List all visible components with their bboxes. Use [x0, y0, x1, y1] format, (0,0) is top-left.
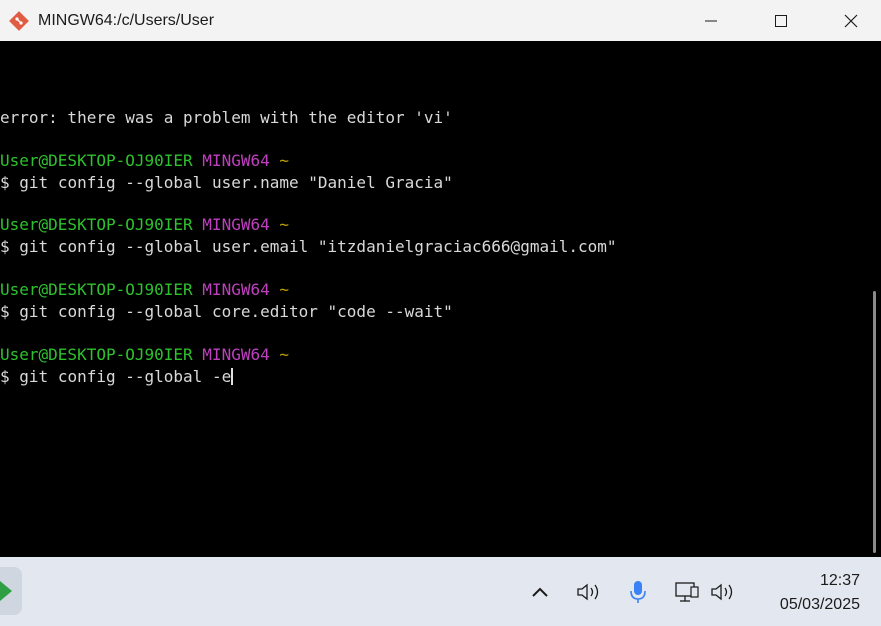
command-text: git config --global core.editor "code --…	[19, 302, 453, 321]
speaker-icon	[577, 583, 599, 600]
prompt-line: User@DESKTOP-OJ90IER MINGW64 ~	[0, 215, 289, 235]
prompt-path: ~	[279, 151, 290, 170]
text-cursor	[231, 368, 234, 385]
minimize-button[interactable]	[688, 0, 734, 41]
prompt-line: User@DESKTOP-OJ90IER MINGW64 ~	[0, 345, 289, 365]
prompt-user-host: User@DESKTOP-OJ90IER	[0, 280, 193, 299]
network-button[interactable]	[672, 557, 702, 626]
prompt-shell: MINGW64	[202, 151, 270, 170]
taskbar-app-button[interactable]	[0, 567, 22, 615]
speaker-button[interactable]	[574, 557, 604, 626]
prompt-symbol: $	[0, 237, 10, 256]
command-text: git config --global -e	[19, 367, 232, 386]
minimize-icon	[705, 20, 717, 21]
show-hidden-icons-button[interactable]	[526, 557, 554, 626]
command-line: $ git config --global core.editor "code …	[0, 302, 453, 322]
prompt-symbol: $	[0, 302, 10, 321]
terminal-output[interactable]: error: there was a problem with the edit…	[0, 41, 861, 557]
network-icon	[675, 581, 699, 602]
command-line: $ git config --global user.name "Daniel …	[0, 173, 453, 193]
prompt-line: User@DESKTOP-OJ90IER MINGW64 ~	[0, 280, 289, 300]
error-line: error: there was a problem with the edit…	[0, 108, 453, 127]
git-bash-icon	[8, 10, 30, 32]
prompt-symbol: $	[0, 367, 10, 386]
terminal-window: MINGW64:/c/Users/User error: there was a…	[0, 0, 881, 557]
scrollbar-thumb[interactable]	[873, 291, 876, 553]
prompt-line: User@DESKTOP-OJ90IER MINGW64 ~	[0, 151, 289, 171]
clock-date: 05/03/2025	[779, 596, 860, 613]
maximize-icon	[775, 14, 787, 27]
volume-icon	[711, 583, 733, 600]
chevron-up-icon	[532, 587, 548, 597]
prompt-shell: MINGW64	[202, 345, 270, 364]
taskbar: 12:37 05/03/2025	[0, 557, 881, 626]
microphone-icon	[630, 580, 646, 603]
prompt-symbol: $	[0, 173, 10, 192]
command-line: $ git config --global user.email "itzdan…	[0, 237, 617, 257]
prompt-user-host: User@DESKTOP-OJ90IER	[0, 215, 193, 234]
scrollbar[interactable]	[861, 41, 881, 557]
maximize-button[interactable]	[758, 0, 804, 41]
prompt-path: ~	[279, 345, 290, 364]
prompt-user-host: User@DESKTOP-OJ90IER	[0, 151, 193, 170]
command-text: git config --global user.email "itzdanie…	[19, 237, 617, 256]
close-icon	[844, 14, 858, 27]
volume-button[interactable]	[708, 557, 738, 626]
microphone-button[interactable]	[624, 557, 652, 626]
prompt-shell: MINGW64	[202, 215, 270, 234]
command-text: git config --global user.name "Daniel Gr…	[19, 173, 453, 192]
clock-time: 12:37	[819, 572, 860, 589]
window-title: MINGW64:/c/Users/User	[38, 11, 215, 29]
prompt-user-host: User@DESKTOP-OJ90IER	[0, 345, 193, 364]
prompt-shell: MINGW64	[202, 280, 270, 299]
prompt-path: ~	[279, 215, 290, 234]
close-button[interactable]	[828, 0, 874, 41]
command-line-active[interactable]: $ git config --global -e	[0, 367, 234, 387]
title-bar[interactable]: MINGW64:/c/Users/User	[0, 0, 881, 41]
taskbar-clock[interactable]: 12:37 05/03/2025	[760, 569, 860, 617]
prompt-path: ~	[279, 280, 290, 299]
